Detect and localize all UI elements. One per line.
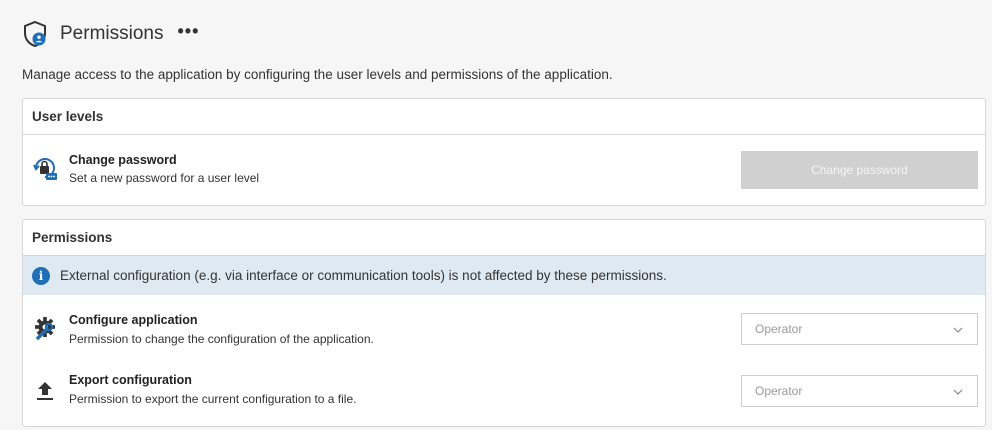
- change-password-row: Change password Set a new password for a…: [23, 135, 985, 205]
- export-configuration-subtitle: Permission to export the current configu…: [69, 392, 357, 406]
- configure-application-subtitle: Permission to change the configuration o…: [69, 332, 374, 346]
- more-options-button[interactable]: •••: [177, 21, 199, 42]
- configure-application-title: Configure application: [69, 313, 198, 327]
- chevron-down-icon: [953, 389, 963, 395]
- export-configuration-title: Export configuration: [69, 373, 192, 387]
- export-configuration-select-value: Operator: [755, 384, 803, 398]
- info-icon: i: [32, 266, 50, 285]
- chevron-down-icon: [953, 327, 963, 333]
- user-levels-card: User levels Change password Set a new pa…: [22, 98, 986, 206]
- change-password-button[interactable]: Change password: [741, 151, 978, 189]
- gear-wrench-icon: [35, 317, 55, 340]
- configure-application-row: Configure application Permission to chan…: [23, 295, 985, 359]
- info-text: External configuration (e.g. via interfa…: [60, 268, 667, 283]
- page-description: Manage access to the application by conf…: [22, 67, 613, 82]
- configure-application-select-value: Operator: [755, 322, 803, 336]
- page-header: Permissions •••: [22, 19, 199, 49]
- page-title: Permissions: [60, 23, 164, 44]
- export-configuration-select[interactable]: Operator: [741, 375, 978, 407]
- upload-icon: [37, 382, 53, 400]
- user-levels-heading: User levels: [23, 99, 985, 135]
- info-banner: i External configuration (e.g. via inter…: [23, 256, 985, 295]
- permissions-card: Permissions i External configuration (e.…: [22, 219, 986, 427]
- export-configuration-row: Export configuration Permission to expor…: [23, 359, 985, 423]
- configure-application-select[interactable]: Operator: [741, 313, 978, 345]
- change-password-subtitle: Set a new password for a user level: [69, 171, 260, 185]
- shield-user-icon: [24, 20, 46, 48]
- change-password-title: Change password: [69, 153, 177, 167]
- lock-password-icon: [33, 158, 57, 180]
- permissions-heading: Permissions: [23, 220, 985, 256]
